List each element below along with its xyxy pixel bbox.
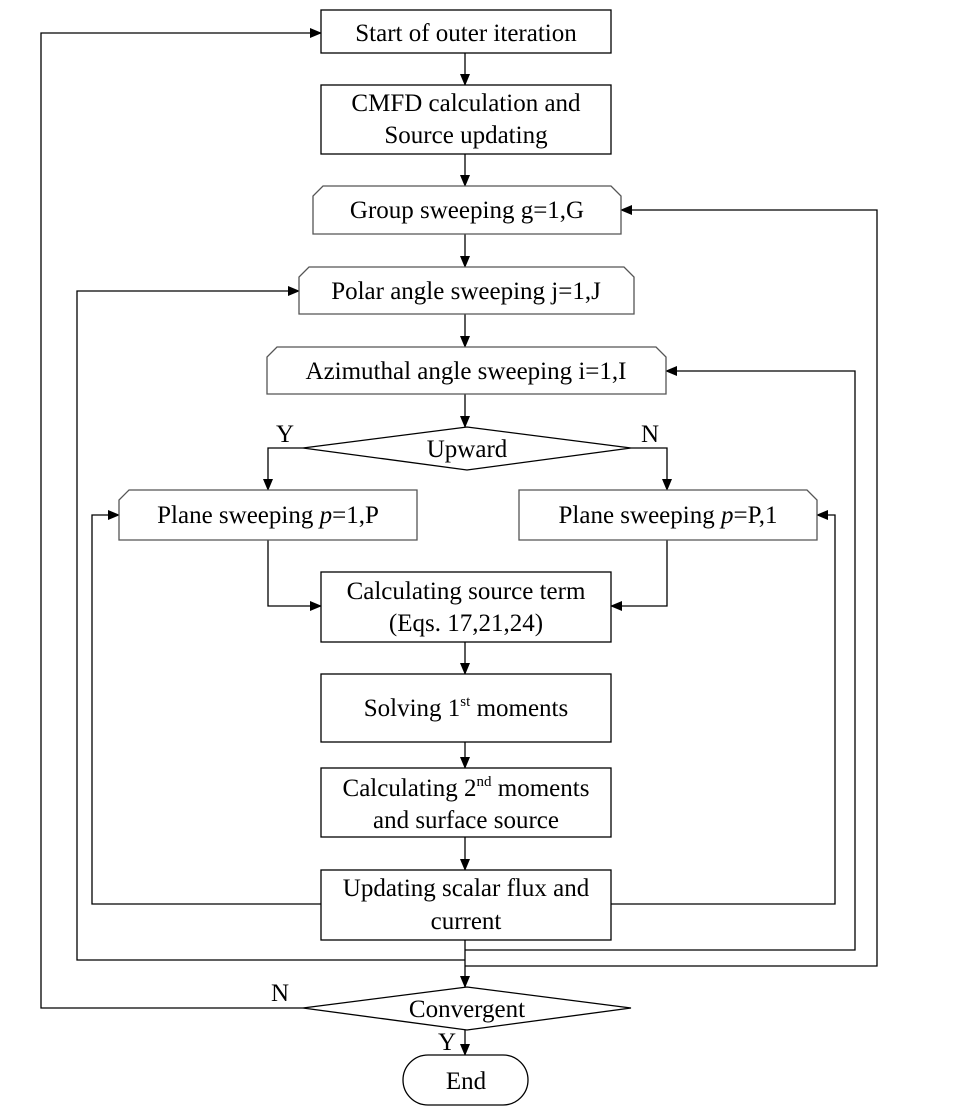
second-moments-label-1: Calculating 2nd moments <box>343 774 590 802</box>
group-label: Group sweeping g=1,G <box>350 197 584 224</box>
cmfd-node: CMFD calculation and Source updating <box>320 84 612 155</box>
end-node: End <box>402 1054 529 1106</box>
start-node: Start of outer iteration <box>320 9 612 54</box>
cmfd-label-1: CMFD calculation and <box>351 90 581 117</box>
source-node: Calculating source term (Eqs. 17,21,24) <box>320 571 612 643</box>
flowchart: Start of outer iteration CMFD calculatio… <box>40 9 878 1106</box>
polar-loop-node: Polar angle sweeping j=1,J <box>298 266 635 315</box>
second-moments-label-2: and surface source <box>373 807 559 834</box>
polar-label: Polar angle sweeping j=1,J <box>331 278 601 305</box>
update-label-2: current <box>431 908 502 935</box>
plane-right-label: Plane sweeping p=P,1 <box>559 502 778 529</box>
end-label: End <box>446 1068 487 1095</box>
plane-left-node: Plane sweeping p=1,P <box>118 489 418 541</box>
first-moments-node: Solving 1st moments <box>320 673 612 743</box>
source-label-1: Calculating source term <box>347 578 586 605</box>
azimuthal-label: Azimuthal angle sweeping i=1,I <box>306 358 627 385</box>
update-node: Updating scalar flux and current <box>320 869 612 941</box>
convergent-no-label: N <box>271 980 289 1007</box>
update-label-1: Updating scalar flux and <box>343 875 590 902</box>
source-label-2: (Eqs. 17,21,24) <box>389 610 543 637</box>
upward-no-label: N <box>641 421 659 448</box>
cmfd-label-2: Source updating <box>384 122 548 149</box>
convergent-yes-label: Y <box>438 1029 456 1056</box>
group-loop-node: Group sweeping g=1,G <box>312 185 622 235</box>
upward-label: Upward <box>427 436 508 463</box>
upward-yes-label: Y <box>276 421 294 448</box>
plane-right-node: Plane sweeping p=P,1 <box>518 489 818 541</box>
start-label: Start of outer iteration <box>355 20 577 47</box>
second-moments-node: Calculating 2nd moments and surface sour… <box>320 767 612 838</box>
plane-left-label: Plane sweeping p=1,P <box>157 502 379 529</box>
azimuthal-loop-node: Azimuthal angle sweeping i=1,I <box>266 346 667 395</box>
upward-decision: Upward Y N <box>276 421 659 471</box>
convergent-decision: Convergent N Y <box>271 980 632 1056</box>
convergent-label: Convergent <box>409 996 525 1023</box>
